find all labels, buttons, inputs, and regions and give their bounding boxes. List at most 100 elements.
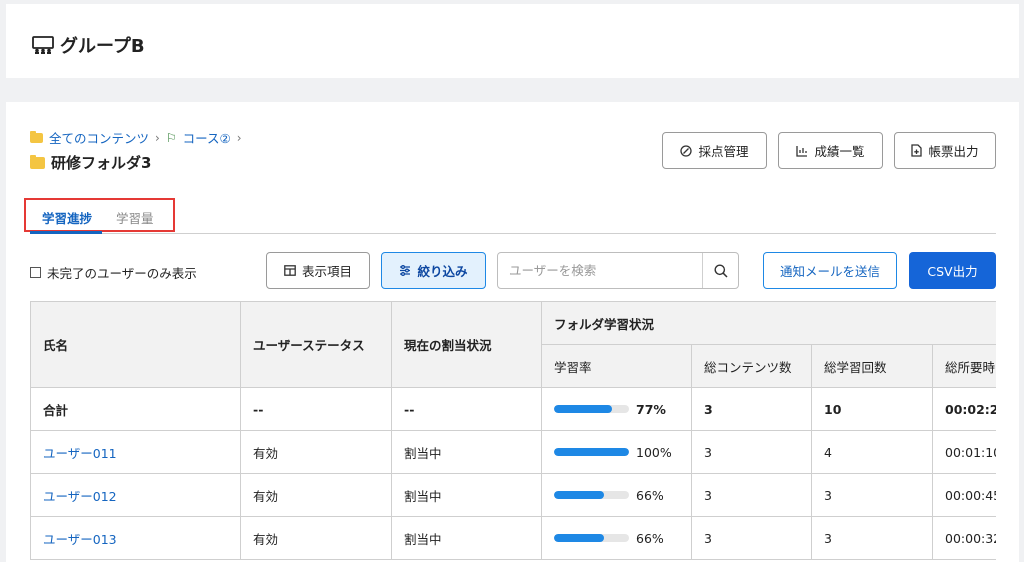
table-row: ユーザー013 有効 割当中 66% 3 3 00:00:32 [30, 516, 996, 560]
tab-learning-progress[interactable]: 学習進捗 [42, 208, 92, 227]
tab-learning-amount[interactable]: 学習量 [116, 208, 154, 227]
cell-assignment: 割当中 [391, 473, 542, 517]
cell-assignment: 割当中 [391, 430, 542, 474]
cell-rate: 66% [541, 473, 692, 517]
column-header-time: 総所要時間 [931, 344, 996, 388]
incomplete-only-label: 未完了のユーザーのみ表示 [47, 266, 197, 281]
cell-contents: 3 [691, 473, 812, 517]
column-header-contents: 総コンテンツ数 [691, 344, 812, 388]
cell-assignment: 割当中 [391, 516, 542, 560]
cell-name: ユーザー013 [30, 516, 241, 560]
table-row: ユーザー012 有効 割当中 66% 3 3 00:00:45 [30, 473, 996, 517]
bar-chart-icon [796, 145, 808, 157]
cell-count: 10 [811, 387, 933, 431]
cell-contents: 3 [691, 387, 812, 431]
incomplete-only-filter[interactable]: 未完了のユーザーのみ表示 [30, 263, 197, 282]
folder-icon [30, 154, 45, 169]
user-search-input[interactable] [498, 253, 702, 288]
tab-divider [30, 233, 996, 234]
cell-count: 4 [811, 430, 933, 474]
table-row-total: 合計 -- -- 77% 3 10 00:02:27 [30, 387, 996, 431]
page-title: 研修フォルダ3 [30, 152, 151, 173]
cell-count: 3 [811, 516, 933, 560]
cell-time: 00:00:45 [931, 473, 996, 517]
user-search [497, 252, 739, 289]
grading-management-button[interactable]: 採点管理 [662, 132, 767, 169]
csv-export-button[interactable]: CSV出力 [909, 252, 996, 289]
send-notification-mail-button[interactable]: 通知メールを送信 [763, 252, 897, 289]
progress-bar-fill [554, 405, 612, 413]
sliders-icon [400, 265, 411, 276]
progress-bar-fill [554, 534, 604, 542]
file-plus-icon [911, 144, 923, 157]
grading-management-label: 採点管理 [698, 144, 749, 159]
progress-bar [554, 491, 629, 499]
rate-value: 77% [636, 401, 666, 417]
cell-time: 00:00:32 [931, 516, 996, 560]
cell-contents: 3 [691, 516, 812, 560]
filter-button[interactable]: 絞り込み [381, 252, 486, 289]
cell-time: 00:02:27 [931, 387, 996, 431]
cell-count: 3 [811, 473, 933, 517]
progress-table-container[interactable]: 氏名 ユーザーステータス 現在の割当状況 フォルダ学習状況 学習率 総コンテンツ… [30, 301, 996, 562]
chevron-right-icon: › [236, 130, 242, 145]
cell-status: 有効 [240, 516, 392, 560]
search-button[interactable] [703, 253, 738, 288]
column-header-rate: 学習率 [541, 344, 692, 388]
cell-status: 有効 [240, 473, 392, 517]
cell-rate: 66% [541, 516, 692, 560]
search-icon [714, 264, 728, 278]
progress-bar [554, 448, 629, 456]
column-header-name: 氏名 [30, 301, 241, 388]
grade-list-label: 成績一覧 [814, 144, 865, 159]
user-link[interactable]: ユーザー013 [43, 532, 117, 547]
rate-value: 66% [636, 487, 664, 503]
cell-status: 有効 [240, 430, 392, 474]
flag-icon: ⚐ [165, 130, 177, 145]
column-header-assignment: 現在の割当状況 [391, 301, 542, 388]
column-group-folder-status: フォルダ学習状況 [540, 301, 996, 345]
cell-assignment: -- [391, 387, 542, 431]
cell-time: 00:01:10 [931, 430, 996, 474]
cell-status: -- [240, 387, 392, 431]
user-link[interactable]: ユーザー011 [43, 446, 117, 461]
cell-name: ユーザー011 [30, 430, 241, 474]
active-tab-indicator [30, 231, 102, 234]
breadcrumb-course[interactable]: コース② [183, 128, 231, 147]
cell-name: 合計 [30, 387, 241, 431]
rate-value: 100% [636, 444, 672, 460]
report-export-label: 帳票出力 [928, 144, 979, 159]
progress-bar [554, 405, 629, 413]
incomplete-only-checkbox[interactable] [30, 267, 41, 278]
table-icon [284, 265, 296, 276]
progress-table: 氏名 ユーザーステータス 現在の割当状況 フォルダ学習状況 学習率 総コンテンツ… [30, 301, 996, 560]
grade-list-button[interactable]: 成績一覧 [778, 132, 883, 169]
csv-export-label: CSV出力 [927, 264, 978, 279]
display-columns-button[interactable]: 表示項目 [266, 252, 370, 289]
display-columns-label: 表示項目 [301, 264, 352, 279]
filter-label: 絞り込み [417, 264, 468, 279]
cell-name: ユーザー012 [30, 473, 241, 517]
column-header-count: 総学習回数 [811, 344, 933, 388]
column-header-user-status: ユーザーステータス [240, 301, 392, 388]
report-export-button[interactable]: 帳票出力 [894, 132, 996, 169]
progress-bar-fill [554, 448, 629, 456]
user-link[interactable]: ユーザー012 [43, 489, 117, 504]
breadcrumb-all-contents[interactable]: 全てのコンテンツ [49, 128, 149, 147]
progress-bar [554, 534, 629, 542]
chevron-right-icon: › [155, 130, 160, 145]
group-title-text: グループB [60, 36, 145, 57]
rate-value: 66% [636, 530, 664, 546]
send-notification-mail-label: 通知メールを送信 [779, 264, 880, 279]
cell-rate: 77% [541, 387, 692, 431]
breadcrumb: 全てのコンテンツ › ⚐ コース② › [30, 128, 242, 147]
table-row: ユーザー011 有効 割当中 100% 3 4 00:01:10 [30, 430, 996, 474]
cell-contents: 3 [691, 430, 812, 474]
folder-title-text: 研修フォルダ3 [51, 154, 152, 172]
header-card: グループB [6, 4, 1019, 78]
folder-icon [30, 130, 43, 143]
group-icon [32, 36, 54, 54]
main-card: 全てのコンテンツ › ⚐ コース② › 研修フォルダ3 採点管理 成績一覧 帳票… [6, 102, 1019, 562]
pen-icon [680, 144, 693, 157]
group-title: グループB [32, 32, 145, 58]
